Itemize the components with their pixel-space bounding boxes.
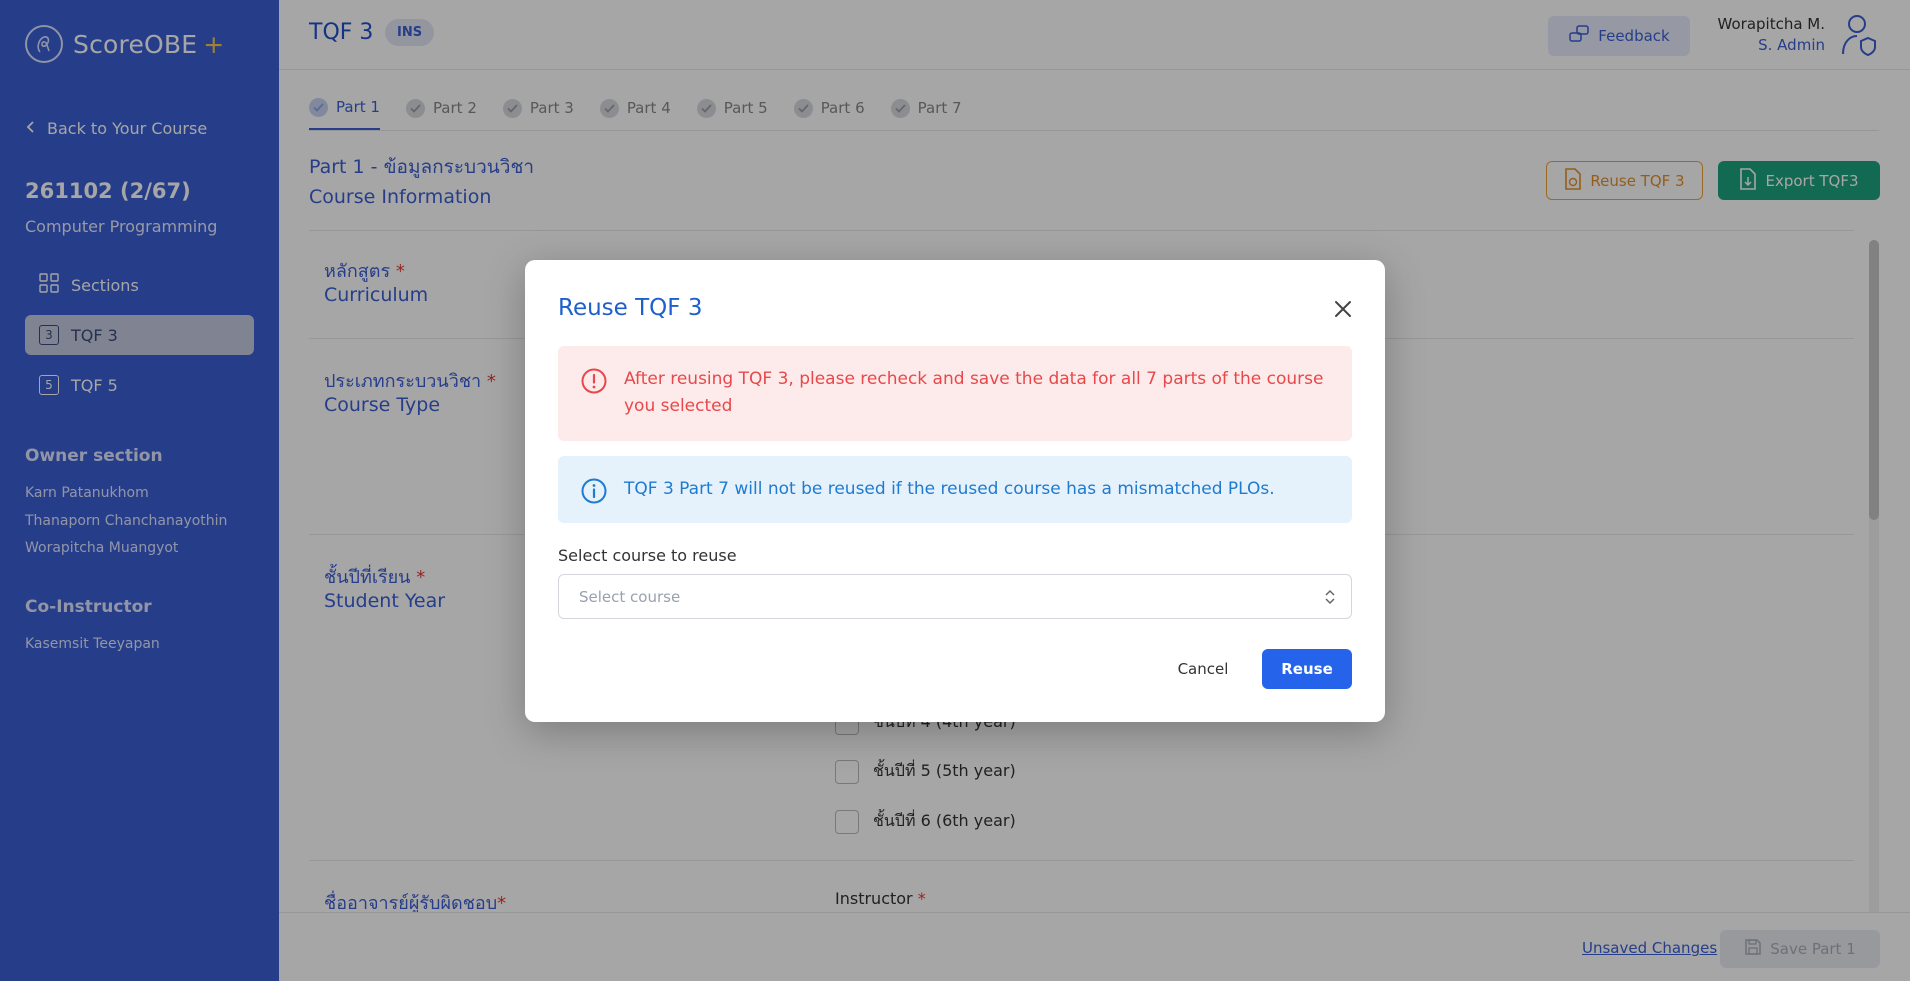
select-course-label: Select course to reuse [558, 546, 737, 565]
modal-title: Reuse TQF 3 [558, 295, 703, 321]
info-circle-icon [580, 477, 608, 509]
alert-circle-icon [580, 367, 608, 399]
reuse-button[interactable]: Reuse [1262, 649, 1352, 689]
select-placeholder: Select course [579, 588, 681, 606]
chevron-up-down-icon [1323, 587, 1337, 611]
info-text: TQF 3 Part 7 will not be reused if the r… [624, 479, 1275, 499]
warning-text: After reusing TQF 3, please recheck and … [624, 369, 1324, 416]
info-alert: TQF 3 Part 7 will not be reused if the r… [558, 456, 1352, 523]
warning-alert: After reusing TQF 3, please recheck and … [558, 346, 1352, 441]
select-course-dropdown[interactable]: Select course [558, 574, 1352, 619]
close-icon[interactable] [1330, 296, 1356, 322]
cancel-button[interactable]: Cancel [1162, 649, 1244, 689]
reuse-tqf3-modal: Reuse TQF 3 After reusing TQF 3, please … [525, 260, 1385, 722]
